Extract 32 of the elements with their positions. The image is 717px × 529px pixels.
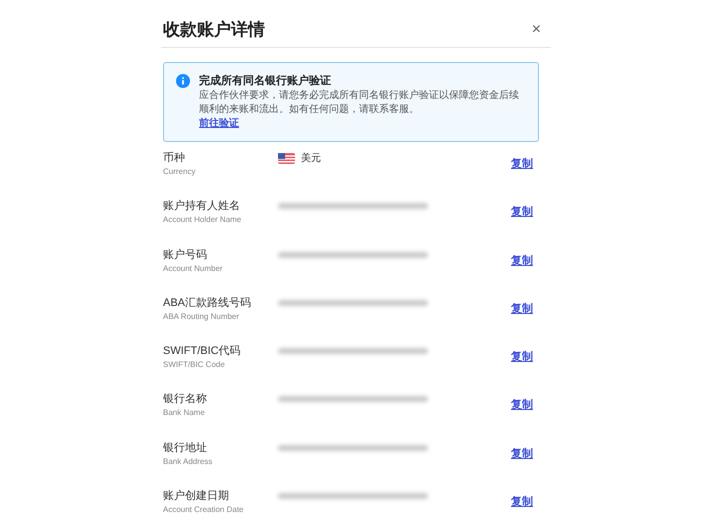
- field-label: ABA汇款路线号码: [163, 296, 252, 311]
- copy-link[interactable]: 复制: [511, 300, 533, 316]
- field-sublabel: Account Holder Name: [163, 214, 242, 226]
- copy-link[interactable]: 复制: [511, 494, 533, 510]
- copy-link[interactable]: 复制: [511, 204, 533, 220]
- verify-link[interactable]: 前往验证: [199, 117, 239, 131]
- field-sublabel: Bank Address: [163, 456, 212, 468]
- info-icon: [176, 74, 190, 88]
- field-label: 账户号码: [163, 248, 207, 263]
- dialog-title: 收款账户详情: [163, 19, 265, 41]
- field-label: SWIFT/BIC代码: [163, 344, 241, 360]
- close-button[interactable]: ×: [524, 20, 549, 38]
- copy-link[interactable]: 复制: [511, 446, 533, 461]
- field-label: 币种: [163, 151, 185, 166]
- field-label: 银行名称: [163, 392, 207, 408]
- field-label: 银行地址: [163, 440, 207, 456]
- alert-title: 完成所有同名银行账户验证: [199, 74, 331, 89]
- field-sublabel: SWIFT/BIC Code: [163, 359, 225, 372]
- flag-icon: [278, 152, 295, 164]
- field-sublabel: ABA Routing Number: [163, 310, 240, 323]
- copy-link[interactable]: 复制: [511, 156, 533, 171]
- copy-link[interactable]: 复制: [511, 349, 533, 364]
- currency-value: 美元: [301, 152, 321, 165]
- field-label: 账户持有人姓名: [163, 198, 240, 214]
- field-sublabel: Account Creation Date: [163, 504, 244, 516]
- field-label: 账户创建日期: [163, 488, 229, 504]
- field-sublabel: Bank Name: [163, 407, 205, 420]
- alert-message: 应合作伙伴要求，请您务必完成所有同名银行账户验证以保障您资金后续顺利的来账和流出。如有任何问题，请联系客服。: [199, 89, 520, 117]
- field-sublabel: Account Number: [163, 262, 223, 275]
- field-sublabel: Currency: [163, 166, 196, 178]
- copy-link[interactable]: 复制: [511, 252, 533, 268]
- copy-link[interactable]: 复制: [511, 397, 533, 412]
